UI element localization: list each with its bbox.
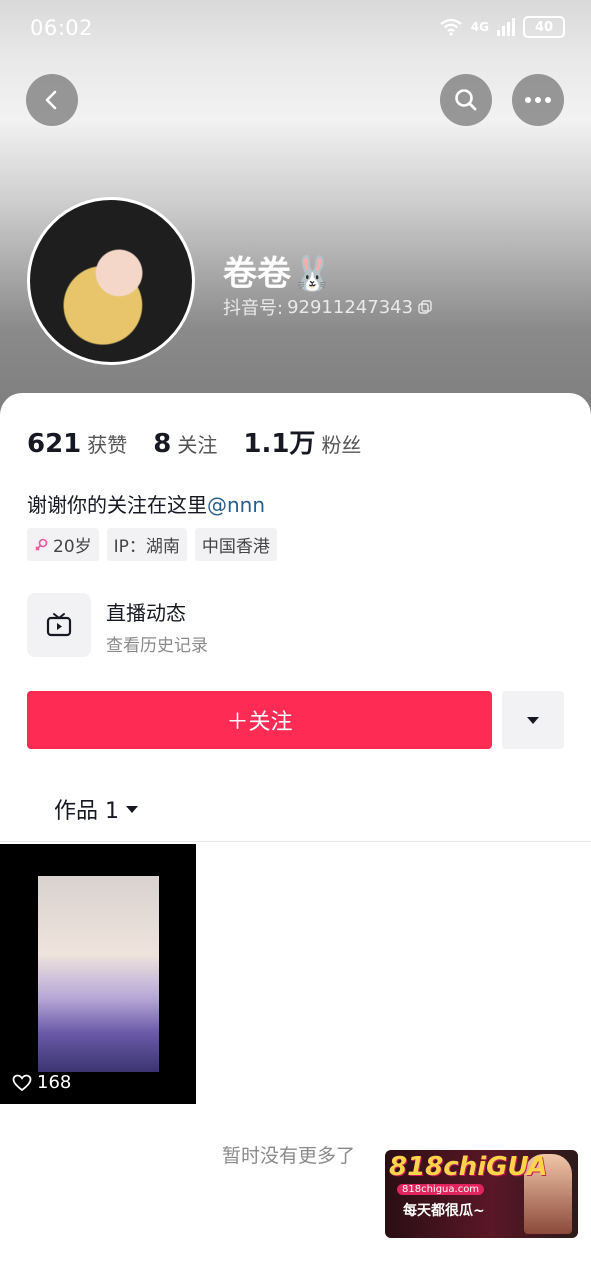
age-text: 20岁 bbox=[53, 537, 92, 557]
ad-url: 818chigua.com bbox=[397, 1184, 485, 1195]
tab-divider bbox=[0, 841, 591, 842]
stat-followers-label: 粉丝 bbox=[321, 433, 362, 457]
douyin-id-value: 92911247343 bbox=[287, 296, 414, 318]
ip-text: IP：湖南 bbox=[113, 537, 180, 557]
copy-icon[interactable] bbox=[417, 299, 433, 315]
ip-tag: IP：湖南 bbox=[106, 528, 187, 561]
stat-following-value: 8 bbox=[153, 429, 172, 459]
bio-mention-link[interactable]: @nnn bbox=[207, 493, 265, 517]
stat-following-label: 关注 bbox=[177, 433, 218, 457]
works-tab-label: 作品 1 bbox=[54, 799, 119, 824]
tv-icon bbox=[46, 613, 72, 637]
video-likes: 168 bbox=[12, 1072, 71, 1093]
wifi-icon bbox=[440, 18, 462, 36]
video-tile[interactable]: 168 bbox=[0, 844, 196, 1104]
caret-down-icon bbox=[527, 716, 539, 724]
stat-followers-value: 1.1万 bbox=[243, 429, 316, 459]
ad-banner[interactable]: 818chiGUA 818chigua.com 每天都很瓜~ bbox=[385, 1150, 578, 1238]
avatar[interactable] bbox=[27, 197, 195, 365]
profile-tags: 20岁 IP：湖南 中国香港 bbox=[27, 528, 277, 561]
age-tag: 20岁 bbox=[27, 528, 99, 561]
ad-title: 818chiGUA bbox=[389, 1152, 548, 1182]
follow-button[interactable]: ＋关注 bbox=[27, 691, 492, 749]
more-horizontal-icon bbox=[525, 97, 551, 103]
female-icon bbox=[35, 538, 48, 551]
username: 卷卷🐰 bbox=[223, 254, 334, 294]
status-time: 06:02 bbox=[30, 16, 94, 40]
stat-likes[interactable]: 621 获赞 bbox=[27, 429, 127, 459]
live-subtitle: 查看历史记录 bbox=[106, 636, 208, 656]
caret-down-icon bbox=[126, 805, 138, 813]
search-button[interactable] bbox=[440, 74, 492, 126]
douyin-id-label: 抖音号: bbox=[223, 298, 284, 319]
signal-icon bbox=[497, 18, 515, 36]
no-more-text: 暂时没有更多了 bbox=[222, 1145, 356, 1167]
status-icons: 4G 40 bbox=[439, 16, 565, 38]
follow-dropdown-button[interactable] bbox=[502, 691, 564, 749]
video-likes-count: 168 bbox=[37, 1072, 72, 1093]
bio: 谢谢你的关注在这里@nnn bbox=[27, 489, 265, 518]
network-type: 4G bbox=[470, 20, 489, 34]
heart-icon bbox=[12, 1074, 32, 1091]
location-tag: 中国香港 bbox=[194, 528, 277, 561]
video-thumbnail bbox=[38, 876, 159, 1072]
search-icon bbox=[455, 89, 477, 111]
profile-card: 621 获赞 8 关注 1.1万 粉丝 谢谢你的关注在这里@nnn 20岁 IP：湖南… bbox=[0, 393, 591, 1280]
stat-followers[interactable]: 1.1万 粉丝 bbox=[243, 423, 361, 460]
battery-icon: 40 bbox=[523, 16, 565, 38]
back-button[interactable] bbox=[26, 74, 78, 126]
live-title[interactable]: 直播动态 bbox=[106, 597, 186, 626]
bio-text: 谢谢你的关注在这里 bbox=[27, 493, 207, 517]
status-bar: 06:02 4G 40 bbox=[0, 0, 591, 60]
stats-row: 621 获赞 8 关注 1.1万 粉丝 bbox=[27, 423, 361, 460]
stat-likes-value: 621 bbox=[27, 429, 82, 459]
stat-following[interactable]: 8 关注 bbox=[153, 429, 217, 459]
location-text: 中国香港 bbox=[201, 537, 270, 557]
douyin-id: 抖音号: 92911247343 bbox=[223, 294, 433, 320]
follow-label: ＋关注 bbox=[226, 710, 293, 735]
tab-works[interactable]: 作品 1 bbox=[54, 793, 139, 825]
live-history-button[interactable] bbox=[27, 593, 91, 657]
battery-level: 40 bbox=[534, 19, 554, 35]
chevron-left-icon bbox=[45, 90, 57, 110]
stat-likes-label: 获赞 bbox=[87, 433, 128, 457]
ad-slogan: 每天都很瓜~ bbox=[403, 1203, 485, 1219]
more-options-button[interactable] bbox=[512, 74, 564, 126]
